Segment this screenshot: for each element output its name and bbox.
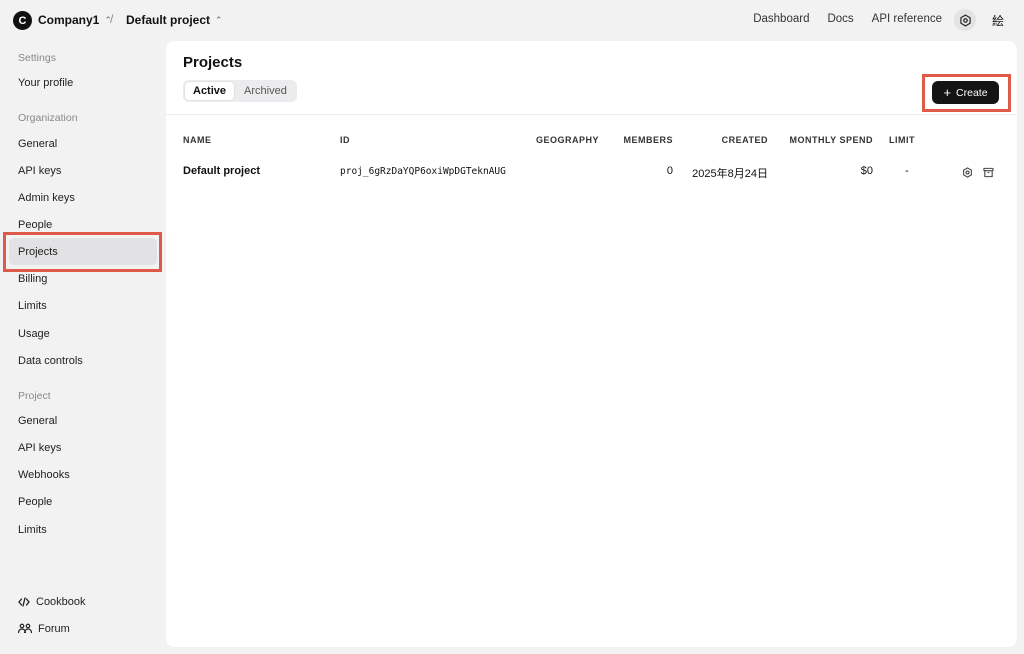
sidebar-item-cookbook[interactable]: Cookbook [9,588,157,615]
sidebar-item-admin-keys[interactable]: Admin keys [9,184,157,211]
sidebar-item-forum[interactable]: Forum [9,615,157,642]
project-row-members: 0 [666,165,673,177]
sidebar-item-org-limits[interactable]: Limits [9,292,157,319]
archive-icon [982,167,994,177]
sidebar-section-organization: Organization [18,112,78,124]
sidebar-item-project-limits[interactable]: Limits [9,516,157,543]
sidebar-section-settings: Settings [18,52,56,64]
header-divider [166,114,1017,115]
create-label: Create [956,86,988,99]
sidebar-item-your-profile[interactable]: Your profile [9,69,157,96]
chevron-updown-icon: ⌃ [215,14,223,25]
project-row-monthly-spend: $0 [860,165,873,177]
sidebar-section-project: Project [18,390,51,402]
main-panel: Projects Active Archived + Create NAME I… [166,41,1017,647]
sidebar-item-projects[interactable]: Projects [9,238,157,265]
sidebar-item-billing[interactable]: Billing [9,265,157,292]
sidebar-item-webhooks[interactable]: Webhooks [9,461,157,488]
project-row-name[interactable]: Default project [183,165,260,177]
user-avatar[interactable]: 絵 [988,10,1008,30]
archive-project-button[interactable] [982,166,994,178]
breadcrumb-separator: / [110,12,114,26]
project-row-limit: - [905,165,909,177]
create-project-button[interactable]: + Create [932,81,999,104]
docs-link[interactable]: Docs [827,13,853,25]
column-header-id: ID [340,135,350,145]
sidebar-item-project-general[interactable]: General [9,407,157,434]
project-settings-button[interactable] [961,166,973,178]
people-icon [18,623,32,634]
project-row-id: proj_6gRzDaYQP6oxiWpDGTeknAUG [340,166,506,177]
top-bar: C Company1 ⌃ / Default project ⌃ Dashboa… [0,0,1024,40]
sidebar-item-project-people[interactable]: People [9,488,157,515]
code-icon [18,596,30,607]
cookbook-label: Cookbook [36,595,86,608]
gear-icon [959,13,971,27]
api-reference-link[interactable]: API reference [872,13,942,25]
status-tabs: Active Archived [183,80,297,102]
column-header-created: CREATED [721,135,768,145]
top-nav-links: Dashboard Docs API reference [753,13,942,25]
settings-button[interactable] [954,9,976,31]
sidebar-item-data-controls[interactable]: Data controls [9,347,157,374]
sidebar-item-org-api-keys[interactable]: API keys [9,157,157,184]
plus-icon: + [943,85,952,100]
column-header-members: MEMBERS [623,135,673,145]
sidebar-item-project-api-keys[interactable]: API keys [9,434,157,461]
project-switcher[interactable]: Default project ⌃ [126,13,223,27]
org-logo: C [13,11,32,30]
page-title: Projects [183,54,243,71]
dashboard-link[interactable]: Dashboard [753,13,809,25]
tab-archived[interactable]: Archived [236,82,295,100]
tab-active[interactable]: Active [185,82,235,100]
sidebar: Settings Your profile Organization Gener… [0,40,166,654]
project-row-created: 2025年8月24日 [692,168,768,180]
org-switcher[interactable]: Company1 ⌃ [38,13,112,27]
app-window: C Company1 ⌃ / Default project ⌃ Dashboa… [0,0,1024,654]
forum-label: Forum [38,622,70,635]
column-header-limit: LIMIT [889,135,915,145]
column-header-monthly-spend: MONTHLY SPEND [789,135,873,145]
project-name: Default project [126,13,211,27]
sidebar-item-org-people[interactable]: People [9,211,157,238]
column-header-name: NAME [183,135,212,145]
sidebar-item-usage[interactable]: Usage [9,320,157,347]
gear-icon [962,166,972,178]
window-edge [1017,0,1024,654]
org-name: Company1 [38,13,100,27]
column-header-geography: GEOGRAPHY [536,135,600,145]
sidebar-item-org-general[interactable]: General [9,130,157,157]
